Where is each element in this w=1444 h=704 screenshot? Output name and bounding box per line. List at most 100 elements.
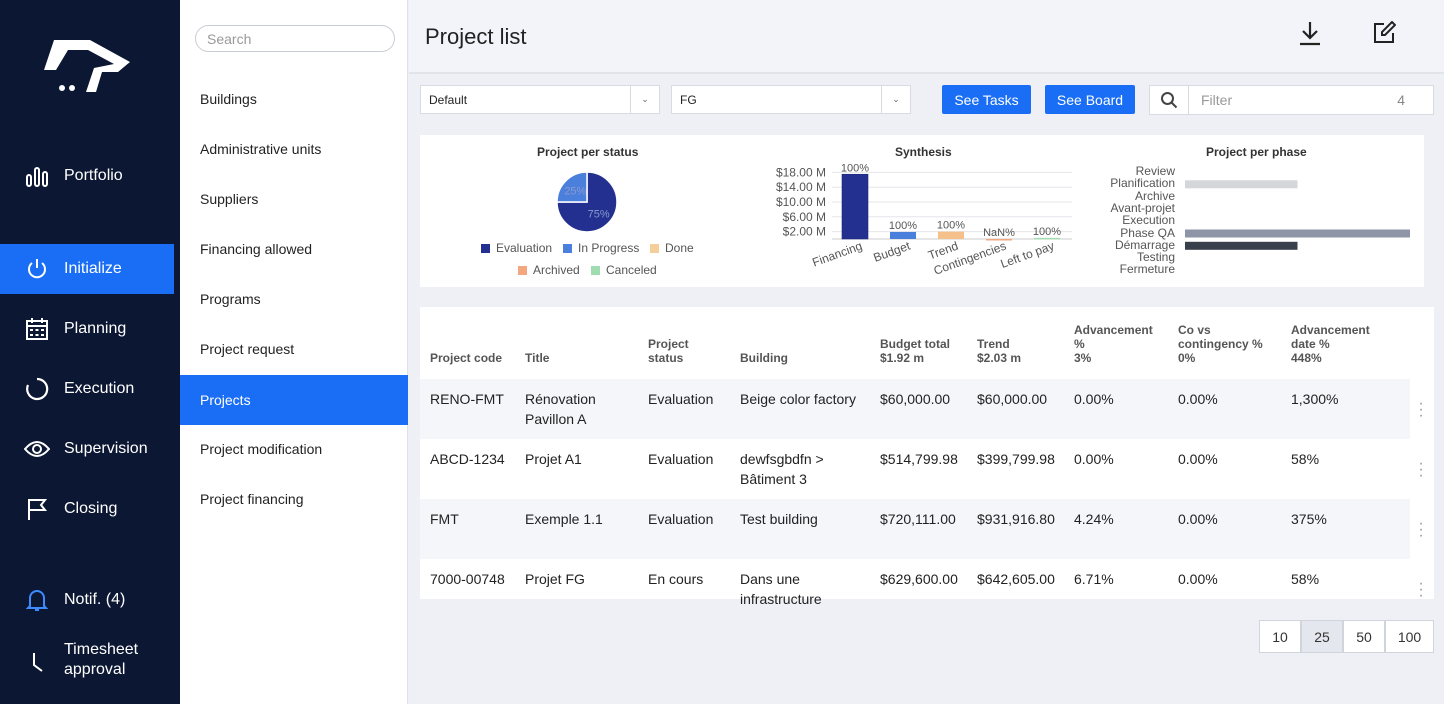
submenu-item-administrative-units[interactable]: Administrative units (180, 124, 408, 174)
submenu-item-project-financing[interactable]: Project financing (180, 474, 408, 524)
bar-chart-icon (24, 163, 50, 189)
table-row[interactable]: RENO-FMT Rénovation Pavillon A Evaluation B… (420, 379, 1410, 439)
bell-icon (24, 587, 50, 613)
chevron-down-icon[interactable]: ⌄ (630, 86, 659, 113)
legend-canceled: Canceled (591, 263, 657, 277)
cell-project-code: RENO-FMT (430, 391, 504, 407)
charts-panel: Project per status 75% 25% Evaluation In … (420, 135, 1424, 287)
legend-label: Canceled (606, 263, 657, 277)
submenu-item-project-modification[interactable]: Project modification (180, 424, 408, 474)
cell-advancement: 6.71% (1074, 571, 1114, 587)
column-header-co-vs-contingency[interactable]: Co vs contingency % 0% (1178, 323, 1270, 365)
projects-table: Project code Title Project status Buildi… (420, 307, 1434, 607)
see-tasks-button[interactable]: See Tasks (942, 85, 1031, 114)
cell-title: Rénovation Pavillon A (525, 391, 596, 427)
app-logo[interactable] (40, 36, 132, 99)
cell-status: Evaluation (648, 511, 714, 527)
table-row[interactable]: FMT Exemple 1.1 Evaluation Test building $72… (420, 499, 1410, 559)
legend-label: In Progress (578, 241, 640, 255)
legend-done: Done (650, 241, 694, 255)
nav-item-closing[interactable]: Closing (0, 484, 174, 534)
page-size-50[interactable]: 50 (1343, 620, 1385, 653)
submenu-item-buildings[interactable]: Buildings (180, 74, 408, 124)
cell-co-vs-contingency: 0.00% (1178, 391, 1218, 407)
bar-data-label: 100% (841, 162, 869, 174)
nav-item-supervision[interactable]: Supervision (0, 424, 174, 474)
nav-item-timesheet-approval[interactable]: Timesheet approval (0, 635, 174, 685)
clock-icon (24, 647, 50, 673)
x-tick-label: Financing (810, 239, 864, 270)
page-size-100[interactable]: 100 (1385, 620, 1434, 653)
column-header-advancement-date[interactable]: Advancement date % 448% (1291, 323, 1377, 365)
cell-advancement: 4.24% (1074, 511, 1114, 527)
chevron-down-icon[interactable]: ⌄ (881, 86, 910, 113)
y-tick-label: $6.00 M (783, 210, 826, 224)
y-tick-label: $18.00 M (776, 165, 826, 179)
x-tick-label: Left to pay (999, 239, 1056, 271)
cell-trend: $60,000.00 (977, 391, 1048, 407)
submenu-item-project-request[interactable]: Project request (180, 324, 408, 374)
phase-bar (1185, 229, 1410, 238)
column-header-project-status[interactable]: Project status (648, 323, 708, 365)
table-row[interactable]: 7000-00748 Projet FG En cours Dans une infr… (420, 559, 1410, 619)
see-board-button[interactable]: See Board (1045, 85, 1135, 114)
submenu-search-input[interactable]: Search (195, 25, 395, 52)
submenu-item-financing-allowed[interactable]: Financing allowed (180, 224, 408, 274)
nav-item-execution[interactable]: Execution (0, 364, 174, 414)
nav-item-notifications[interactable]: Notif. (4) (0, 575, 174, 625)
legend-swatch (563, 243, 572, 253)
cell-trend: $642,605.00 (977, 571, 1055, 587)
phase-label: Fermeture (1119, 262, 1175, 277)
nav-item-portfolio[interactable]: Portfolio (0, 151, 174, 201)
row-menu-icon[interactable]: · · · (1418, 576, 1424, 604)
nav-item-initialize[interactable]: Initialize (0, 244, 174, 294)
cell-advancement: 0.00% (1074, 451, 1114, 467)
nav-label: Initialize (64, 260, 122, 277)
row-menu-icon[interactable]: · · · (1418, 516, 1424, 544)
submenu-item-projects[interactable]: Projects (180, 375, 408, 425)
column-header-advancement[interactable]: Advancement % 3% (1074, 323, 1166, 365)
nav-item-planning[interactable]: Planning (0, 304, 174, 354)
pie-slice-label: 75% (588, 209, 610, 221)
cell-advancement-date: 58% (1291, 451, 1320, 467)
filter-input[interactable]: Filter 4 (1189, 85, 1434, 115)
group-select[interactable]: FG ⌄ (671, 85, 911, 114)
cell-title: Projet FG (525, 571, 585, 587)
cell-title: Exemple 1.1 (525, 511, 603, 527)
nav-label: Supervision (64, 440, 148, 457)
submenu-item-programs[interactable]: Programs (180, 274, 408, 324)
column-header-trend[interactable]: Trend $2.03 m (977, 323, 1021, 365)
cell-project-code: 7000-00748 (430, 571, 505, 587)
view-select-value: Default (429, 92, 468, 107)
phase-chart-title: Project per phase (1206, 145, 1307, 159)
nav-label: Portfolio (64, 167, 123, 184)
cell-co-vs-contingency: 0.00% (1178, 511, 1218, 527)
cell-trend: $931,916.80 (977, 511, 1055, 527)
row-menu-icon[interactable]: · · · (1418, 396, 1424, 424)
download-icon[interactable] (1295, 18, 1325, 48)
cell-budget-total: $60,000.00 (880, 391, 951, 407)
x-tick-label: Budget (871, 238, 912, 264)
column-header-project-code[interactable]: Project code (430, 323, 502, 365)
cell-building: Beige color factory (740, 391, 856, 407)
edit-icon[interactable] (1369, 18, 1399, 48)
view-select[interactable]: Default ⌄ (420, 85, 660, 114)
column-header-title[interactable]: Title (525, 323, 549, 365)
page-size-10[interactable]: 10 (1259, 620, 1301, 653)
page-size-25[interactable]: 25 (1301, 620, 1343, 653)
search-icon[interactable] (1149, 85, 1189, 115)
cell-budget-total: $629,600.00 (880, 571, 958, 587)
group-select-value: FG (680, 92, 697, 107)
main-nav: Portfolio Initialize Planning Execution … (0, 0, 180, 704)
cell-building: Dans une infrastructure (740, 571, 822, 607)
table-row[interactable]: ABCD-1234 Projet A1 Evaluation dewfsgbdfn >… (420, 439, 1410, 499)
column-header-building[interactable]: Building (740, 323, 788, 365)
bar (841, 173, 869, 240)
nav-label: Notif. (4) (64, 591, 126, 608)
row-menu-icon[interactable]: · · · (1418, 456, 1424, 484)
column-header-budget-total[interactable]: Budget total $1.92 m (880, 323, 950, 365)
submenu-item-suppliers[interactable]: Suppliers (180, 174, 408, 224)
bar-data-label: 100% (937, 220, 965, 232)
cell-project-code: FMT (430, 511, 459, 527)
legend-label: Done (665, 241, 694, 255)
